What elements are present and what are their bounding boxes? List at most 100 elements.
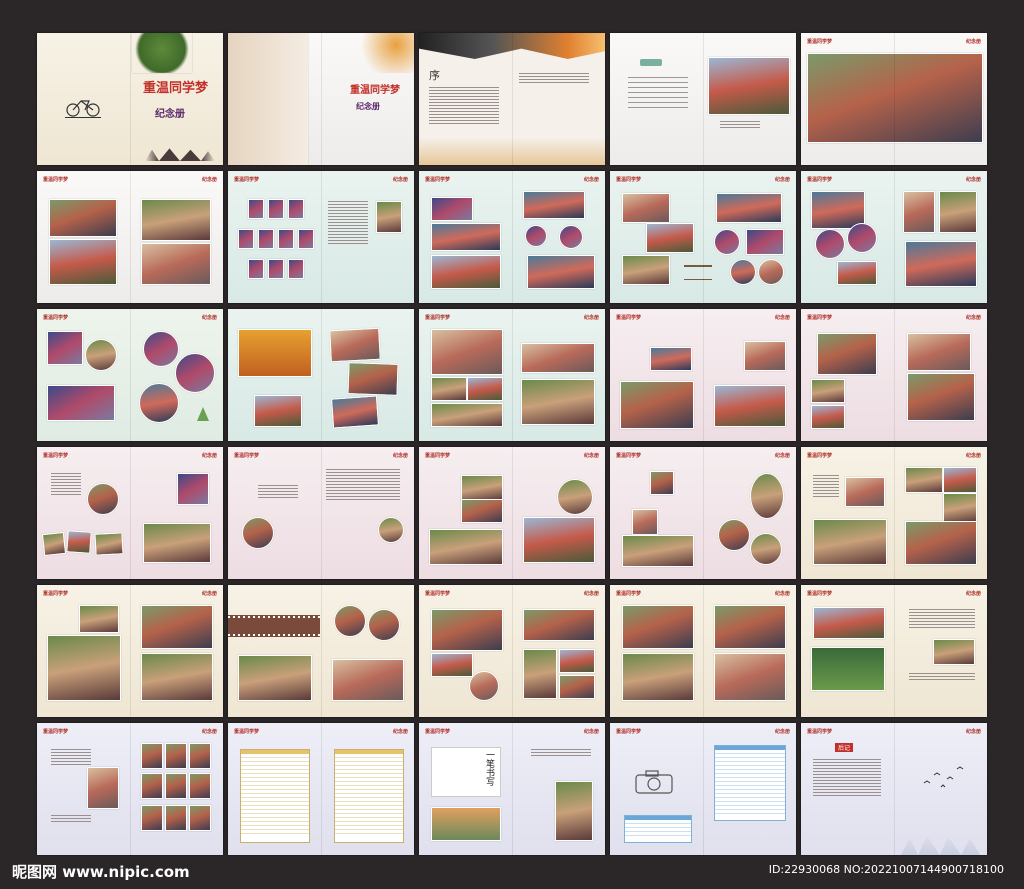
watermark-id: ID:22930068 NO:20221007144900718100: [768, 863, 1004, 876]
calligraphy-frame: 一笔书写: [431, 747, 501, 797]
portrait: [141, 773, 163, 799]
photo: [933, 639, 975, 665]
autumn-leaves: [354, 33, 414, 73]
spread-page-42[interactable]: 重温同学梦 纪念册: [610, 585, 796, 717]
contents-label: [640, 59, 662, 66]
spread-page-12[interactable]: 重温同学梦 纪念册: [610, 171, 796, 303]
spread-grid: 重温同学梦 纪念册 重温同学梦 纪念册 序 重温同学梦 纪念册 重温同学梦 纪念…: [37, 33, 987, 856]
header-right: 纪念册: [965, 315, 981, 321]
round-photo: [758, 259, 784, 285]
spread-page-30[interactable]: 重温同学梦 纪念册: [419, 447, 605, 579]
spread-page-50[interactable]: 重温同学梦 纪念册 一笔书写: [419, 723, 605, 855]
header-left: 重温同学梦: [43, 177, 69, 183]
portrait: [248, 259, 264, 279]
spread-page-28[interactable]: 重温同学梦 纪念册: [228, 447, 414, 579]
photo: [87, 767, 119, 809]
photo: [905, 521, 977, 565]
header-right: 纪念册: [965, 729, 981, 735]
spread-page-40[interactable]: 重温同学梦 纪念册: [419, 585, 605, 717]
spread-page-38[interactable]: [228, 585, 414, 717]
spread-page-18[interactable]: [228, 309, 414, 441]
header-right: 纪念册: [583, 453, 599, 459]
oval-photo: [750, 473, 784, 519]
round-photo: [815, 229, 845, 259]
photo: [467, 377, 503, 401]
round-photo: [559, 225, 583, 249]
spread-page-46[interactable]: 重温同学梦 纪念册: [37, 723, 223, 855]
header-left: 重温同学梦: [425, 453, 451, 459]
photo: [238, 655, 312, 701]
portrait: [298, 229, 314, 249]
header-left: 重温同学梦: [807, 591, 833, 597]
spread-page-26[interactable]: 重温同学梦 纪念册: [37, 447, 223, 579]
photo: [431, 609, 503, 651]
spread-page-10[interactable]: 重温同学梦 纪念册: [419, 171, 605, 303]
photo: [141, 243, 211, 285]
spread-page-24[interactable]: 重温同学梦 纪念册: [801, 309, 987, 441]
photo: [811, 379, 845, 403]
spread-preface[interactable]: 序: [419, 33, 605, 165]
spread-page-20[interactable]: 重温同学梦 纪念册: [419, 309, 605, 441]
spread-page-16[interactable]: 重温同学梦 纪念册: [37, 309, 223, 441]
header-left: 重温同学梦: [43, 315, 69, 321]
photo: [943, 493, 977, 523]
photo: [646, 223, 694, 253]
photo: [837, 261, 877, 285]
spread-contents[interactable]: [610, 33, 796, 165]
spread-page-36[interactable]: 重温同学梦 纪念册: [37, 585, 223, 717]
spread-page-08[interactable]: 重温同学梦 纪念册: [228, 171, 414, 303]
portrait: [189, 773, 211, 799]
portrait: [165, 773, 187, 799]
photo: [431, 223, 501, 251]
spread-afterword[interactable]: 重温同学梦 纪念册 后记: [801, 723, 987, 855]
spread-cover[interactable]: 重温同学梦 纪念册: [37, 33, 223, 165]
spread-page-22[interactable]: 重温同学梦 纪念册: [610, 309, 796, 441]
photo: [431, 197, 473, 221]
photo: [254, 395, 302, 427]
people-silhouette: [901, 835, 987, 855]
photo: [650, 471, 674, 495]
photo: [650, 347, 692, 371]
preface-title: 序: [429, 69, 440, 82]
tree-icon: [197, 407, 209, 421]
photo: [47, 635, 121, 701]
text-block: [909, 671, 975, 682]
header-left: 重温同学梦: [616, 453, 642, 459]
header-right: 纪念册: [201, 729, 217, 735]
spread-page-34[interactable]: 重温同学梦 纪念册: [801, 447, 987, 579]
portrait: [238, 229, 254, 249]
caption-text: [720, 119, 760, 130]
round-photo: [714, 229, 740, 255]
photo: [622, 255, 670, 285]
spread-page-44[interactable]: 重温同学梦 纪念册: [801, 585, 987, 717]
calligraphy-text: 一笔书写: [484, 750, 494, 786]
round-photo: [175, 353, 215, 393]
spread-page-52[interactable]: 重温同学梦 纪念册: [610, 723, 796, 855]
photo: [622, 605, 694, 649]
spread-page-14[interactable]: 重温同学梦 纪念册: [801, 171, 987, 303]
photo: [141, 605, 213, 649]
cover-subtitle: 纪念册: [155, 109, 185, 120]
portrait: [189, 743, 211, 769]
portrait: [268, 199, 284, 219]
portrait: [258, 229, 274, 249]
photo: [66, 530, 92, 554]
film-strip: [228, 615, 320, 637]
photo: [632, 509, 658, 535]
photo: [716, 193, 782, 223]
photo: [813, 607, 885, 639]
photo: [620, 381, 694, 429]
round-photo: [143, 331, 179, 367]
round-photo: [368, 609, 400, 641]
spread-inner-cover[interactable]: 重温同学梦 纪念册: [228, 33, 414, 165]
round-photo: [334, 605, 366, 637]
spread-page-48[interactable]: 重温同学梦 纪念册: [228, 723, 414, 855]
spread-page-06[interactable]: 重温同学梦 纪念册: [37, 171, 223, 303]
header-left: 重温同学梦: [807, 39, 833, 45]
spread-group-photo[interactable]: 重温同学梦 纪念册: [801, 33, 987, 165]
photo: [431, 329, 503, 375]
text-block: [51, 747, 91, 767]
photo: [79, 605, 119, 633]
header-left: 重温同学梦: [43, 729, 69, 735]
spread-page-32[interactable]: 重温同学梦 纪念册: [610, 447, 796, 579]
